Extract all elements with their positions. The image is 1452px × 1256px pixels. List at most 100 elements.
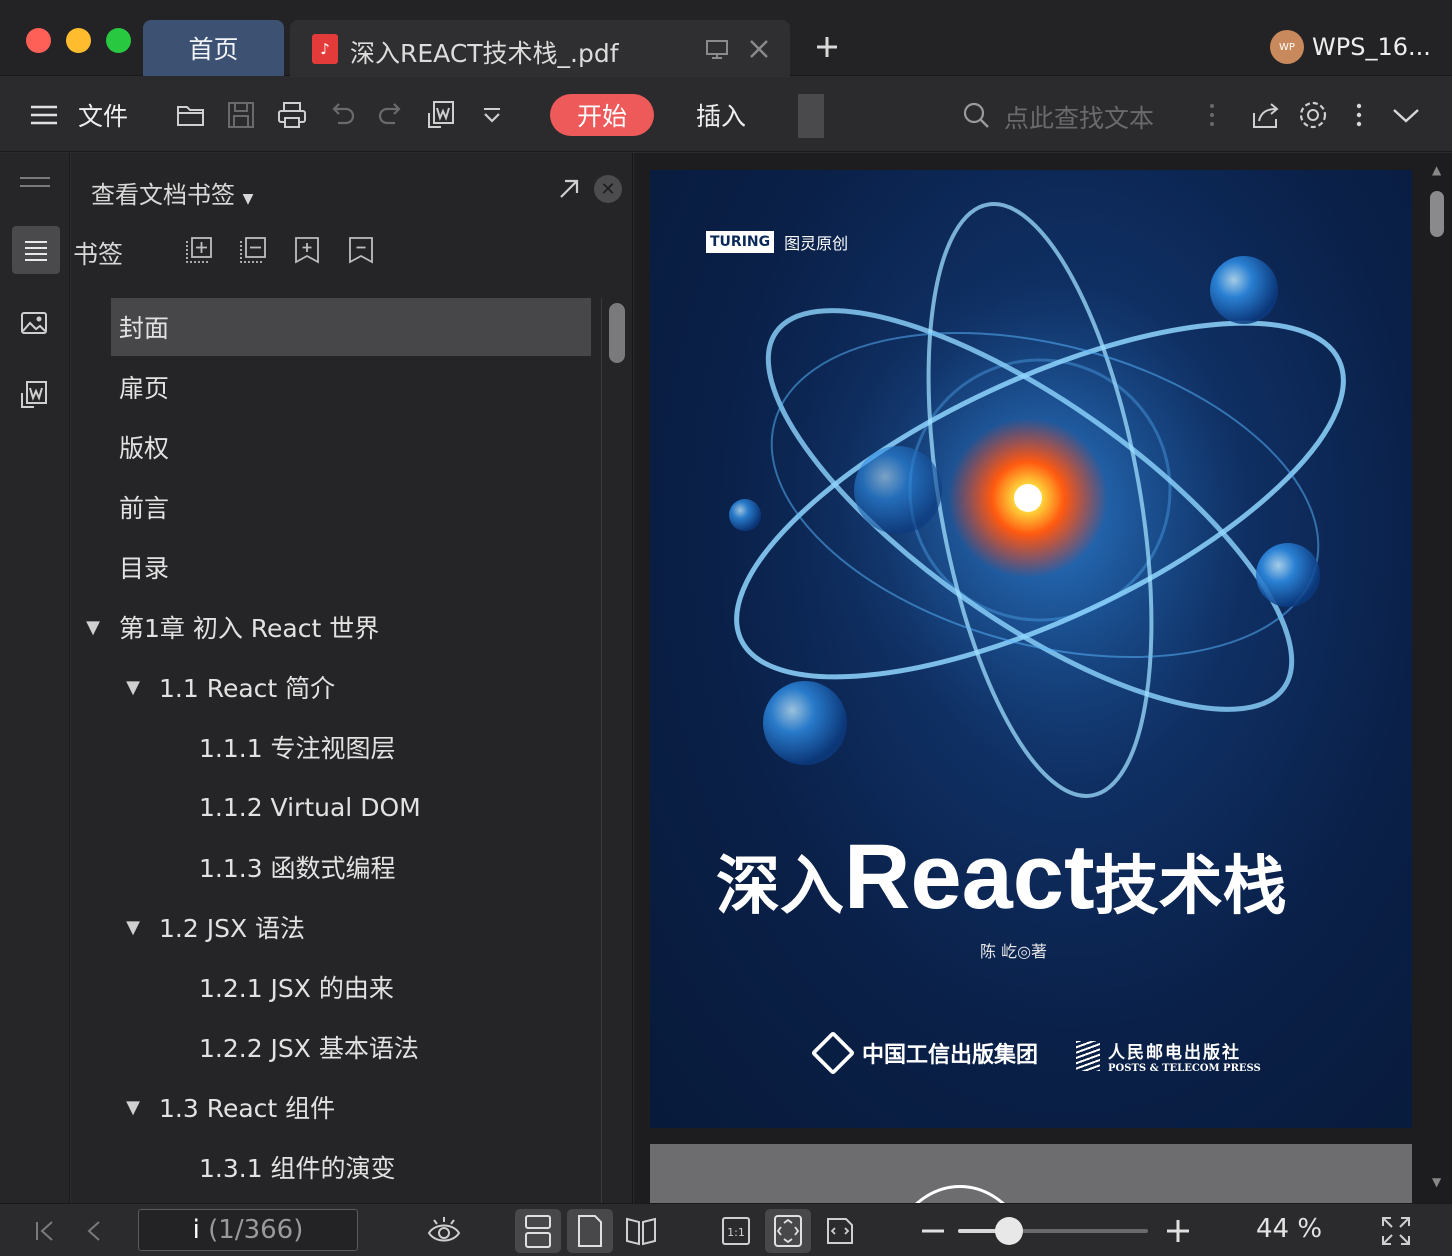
close-panel-button[interactable]: ✕	[594, 175, 622, 203]
minimize-window-button[interactable]	[66, 28, 91, 53]
bookmark-label: 封面	[119, 314, 170, 343]
account-name: WPS_16...	[1312, 33, 1431, 61]
pdf-file-icon: ♪	[312, 34, 338, 64]
bookmark-scrollbar[interactable]	[609, 303, 625, 363]
expand-all-icon[interactable]	[184, 235, 214, 265]
convert-panel-button[interactable]	[14, 375, 54, 415]
tab-document[interactable]: ♪ 深入REACT技术栈_.pdf	[290, 20, 790, 77]
bookmark-item[interactable]: 扉页	[111, 358, 591, 416]
close-window-button[interactable]	[26, 28, 51, 53]
thumbnails-panel-button[interactable]	[14, 303, 54, 343]
more-tabs-button[interactable]	[798, 94, 824, 138]
collapse-all-icon[interactable]	[238, 235, 268, 265]
tab-document-title: 深入REACT技术栈_.pdf	[350, 39, 619, 68]
bookmark-item[interactable]: ▼ 1.2 JSX 语法	[111, 898, 591, 956]
more-vertical-icon[interactable]	[1196, 99, 1228, 131]
first-page-icon[interactable]	[30, 1216, 60, 1246]
zoom-level[interactable]: 44 %	[1256, 1214, 1322, 1244]
collapse-panel-icon[interactable]	[18, 175, 52, 189]
share-icon[interactable]	[1250, 99, 1282, 131]
pdf-page-next	[650, 1144, 1412, 1203]
bookmark-item[interactable]: 目录	[111, 538, 591, 596]
bookmark-item[interactable]: ▼ 第1章 初入 React 世界	[86, 598, 591, 656]
bookmark-item[interactable]: 1.2.2 JSX 基本语法	[111, 1018, 591, 1076]
atom-artwork	[729, 202, 1346, 798]
bookmark-item[interactable]: 前言	[111, 478, 591, 536]
add-bookmark-icon[interactable]	[292, 235, 322, 265]
zoom-slider-handle[interactable]	[995, 1217, 1024, 1245]
redo-icon[interactable]	[375, 99, 407, 131]
bookmark-item[interactable]: ▼ 1.1 React 简介	[111, 658, 591, 716]
zoom-out-icon[interactable]	[918, 1216, 948, 1246]
dropdown-caret-icon: ▼	[242, 191, 254, 207]
scroll-up-arrow-icon[interactable]: ▲	[1432, 163, 1441, 177]
document-scrollbar[interactable]	[1430, 191, 1444, 237]
pdf-to-word-icon[interactable]	[425, 99, 457, 131]
search-input[interactable]: 点此查找文本	[1004, 99, 1154, 135]
continuous-view-button[interactable]	[515, 1209, 561, 1253]
remove-bookmark-icon[interactable]	[346, 235, 376, 265]
add-tab-icon[interactable]	[812, 32, 842, 62]
bookmark-label: 1.1.2 Virtual DOM	[199, 792, 421, 822]
image-icon	[21, 312, 47, 334]
undo-icon[interactable]	[326, 99, 358, 131]
bookmark-label: 1.2 JSX 语法	[159, 914, 306, 943]
bookmark-item[interactable]: 1.1.3 函数式编程	[111, 838, 591, 896]
fullscreen-icon[interactable]	[1380, 1215, 1412, 1247]
bookmark-label: 1.3.1 组件的演变	[199, 1154, 396, 1183]
cover-title-cn-1: 深入	[716, 850, 844, 924]
document-view[interactable]: TURING 图灵原创 深入 React 技术栈 陈 屹◎著 中国工信出版集团 …	[634, 153, 1452, 1203]
avatar: WP	[1270, 30, 1304, 64]
eye-protection-icon[interactable]	[426, 1213, 462, 1249]
previous-page-icon[interactable]	[80, 1216, 110, 1246]
actual-size-icon[interactable]: 1:1	[720, 1215, 752, 1247]
print-icon[interactable]	[276, 99, 308, 131]
popout-arrow-icon[interactable]	[555, 175, 583, 203]
bookmark-view-dropdown[interactable]: 查看文档书签 ▼	[91, 175, 253, 210]
insert-tab-button[interactable]: 插入	[696, 97, 746, 133]
cover-title-cn-2: 技术栈	[1094, 850, 1287, 924]
open-folder-icon[interactable]	[175, 99, 207, 131]
tab-home[interactable]: 首页	[143, 20, 284, 76]
hamburger-menu-icon[interactable]	[28, 99, 60, 131]
page-number-input[interactable]: i (1/366)	[138, 1209, 358, 1251]
scroll-down-arrow-icon[interactable]: ▼	[1432, 1175, 1441, 1189]
bookmark-item[interactable]: 1.2.1 JSX 的由来	[111, 958, 591, 1016]
single-page-icon	[578, 1215, 602, 1247]
collapse-toolbar-icon[interactable]	[1390, 99, 1422, 131]
bookmark-item[interactable]: 1.1.2 Virtual DOM	[111, 778, 591, 836]
bookmarks-label: 书签	[73, 240, 124, 269]
close-tab-icon[interactable]	[746, 36, 772, 62]
zoom-window-button[interactable]	[106, 28, 131, 53]
expand-arrow-icon[interactable]: ▼	[123, 677, 143, 698]
scroll-track	[601, 298, 602, 1203]
expand-arrow-icon[interactable]: ▼	[123, 917, 143, 938]
file-menu[interactable]: 文件	[78, 97, 128, 133]
bookmark-label: 1.1.3 函数式编程	[199, 854, 396, 883]
zoom-in-icon[interactable]	[1163, 1216, 1193, 1246]
fit-width-icon[interactable]	[824, 1215, 856, 1247]
bookmark-item[interactable]: 1.1.1 专注视图层	[111, 718, 591, 776]
bookmark-item[interactable]: 1.3.1 组件的演变	[111, 1138, 591, 1196]
expand-arrow-icon[interactable]: ▼	[83, 617, 103, 638]
publisher-mark-icon	[810, 1030, 856, 1076]
bookmark-panel: 查看文档书签 ▼ ✕ 书签 封面扉页 版权 前言目录 ▼ 第1章 初入 React 世界…	[71, 153, 633, 1203]
bookmark-item[interactable]: 封面	[111, 298, 591, 356]
more-options-icon[interactable]	[1343, 99, 1375, 131]
fit-page-button[interactable]	[765, 1209, 811, 1253]
bookmark-item[interactable]: ▼ 1.3 React 组件	[111, 1078, 591, 1136]
expand-arrow-icon[interactable]: ▼	[123, 1097, 143, 1118]
single-page-view-button[interactable]	[567, 1209, 613, 1253]
bookmarks-panel-button[interactable]	[12, 226, 60, 274]
dual-page-icon[interactable]	[624, 1214, 658, 1248]
monitor-icon[interactable]	[704, 36, 730, 62]
save-icon[interactable]	[225, 99, 257, 131]
bookmark-item[interactable]: 版权	[111, 418, 591, 476]
bookmark-label: 1.2.2 JSX 基本语法	[199, 1034, 419, 1063]
bookmark-label: 目录	[119, 554, 170, 583]
chevron-down-icon[interactable]	[476, 99, 508, 131]
account-button[interactable]: WP WPS_16...	[1270, 30, 1431, 64]
start-tab-button[interactable]: 开始	[550, 94, 654, 136]
gear-icon[interactable]	[1297, 99, 1329, 131]
press-mark-icon	[1076, 1041, 1100, 1071]
